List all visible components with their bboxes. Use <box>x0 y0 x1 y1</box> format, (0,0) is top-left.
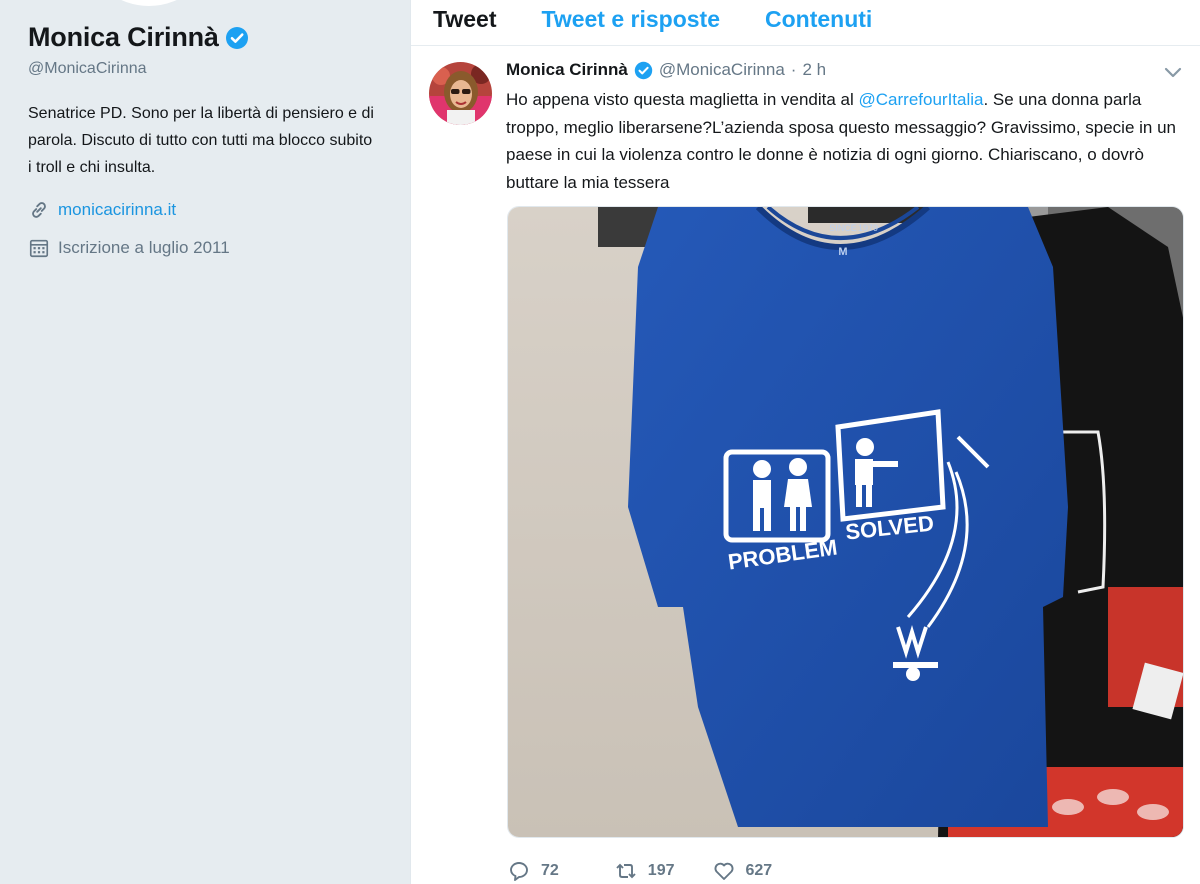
tweet-header: Monica Cirinnà @MonicaCirinna · 2 h <box>506 60 826 80</box>
verified-badge-icon <box>225 26 248 49</box>
profile-page: Monica Cirinnà @MonicaCirinna Senatrice … <box>0 0 1200 884</box>
reply-count: 72 <box>541 862 559 879</box>
retweet-icon <box>616 863 636 879</box>
like-button[interactable]: 627 <box>712 859 773 883</box>
heart-icon <box>714 862 733 880</box>
profile-name-row: Monica Cirinnà <box>28 22 249 53</box>
tweet-actions: 72 197 627 <box>507 856 772 884</box>
profile-join-label: Iscrizione a luglio 2011 <box>58 238 230 257</box>
mention-link[interactable]: @CarrefourItalia <box>859 90 984 109</box>
profile-bio: Senatrice PD. Sono per la libertà di pen… <box>28 105 374 176</box>
like-count: 627 <box>745 862 773 879</box>
profile-website-label[interactable]: monicacirinna.it <box>58 200 176 220</box>
profile-sidebar: Monica Cirinnà @MonicaCirinna Senatrice … <box>0 0 410 884</box>
profile-website[interactable]: monicacirinna.it <box>28 199 176 221</box>
tweet-photo[interactable]: SINCE M 1979 PROBLEM SOLVED <box>507 206 1184 838</box>
tweet-text-part: Ho appena visto questa maglietta in vend… <box>506 90 859 109</box>
tab-tweets[interactable]: Tweet <box>433 0 496 33</box>
label-brand: M <box>838 246 847 258</box>
profile-tabs: Tweet Tweet e risposte Contenuti <box>411 0 1200 46</box>
tweet-author-handle[interactable]: @MonicaCirinna <box>659 60 785 80</box>
label-since: SINCE <box>829 223 857 233</box>
tab-tweets-and-replies[interactable]: Tweet e risposte <box>541 0 720 33</box>
profile-name[interactable]: Monica Cirinnà <box>28 22 219 53</box>
retweet-count: 197 <box>647 862 675 879</box>
reply-button[interactable]: 72 <box>507 859 559 883</box>
retweet-button[interactable]: 197 <box>614 859 675 883</box>
link-icon <box>32 202 46 218</box>
profile-join-date: Iscrizione a luglio 2011 <box>28 237 230 259</box>
reply-icon <box>510 862 528 881</box>
profile-avatar[interactable] <box>82 0 216 6</box>
tweet-text: Ho appena visto questa maglietta in vend… <box>506 86 1176 196</box>
label-year: 1979 <box>858 223 878 233</box>
tweet-author-avatar[interactable] <box>429 62 492 125</box>
tab-media[interactable]: Contenuti <box>765 0 872 33</box>
tweet-author-name[interactable]: Monica Cirinnà <box>506 60 628 80</box>
profile-handle[interactable]: @MonicaCirinna <box>28 60 147 78</box>
timeline: Tweet Tweet e risposte Contenuti Monica … <box>410 0 1200 884</box>
tshirt-photo: SINCE M 1979 PROBLEM SOLVED <box>508 207 1183 837</box>
tweet-separator: · <box>790 60 797 79</box>
tweet-timestamp[interactable]: 2 h <box>802 60 826 80</box>
calendar-icon <box>29 239 49 258</box>
verified-badge-icon <box>634 61 653 79</box>
tweet[interactable]: Monica Cirinnà @MonicaCirinna · 2 h Ho a… <box>411 46 1200 884</box>
chevron-down-icon[interactable] <box>1163 66 1183 80</box>
